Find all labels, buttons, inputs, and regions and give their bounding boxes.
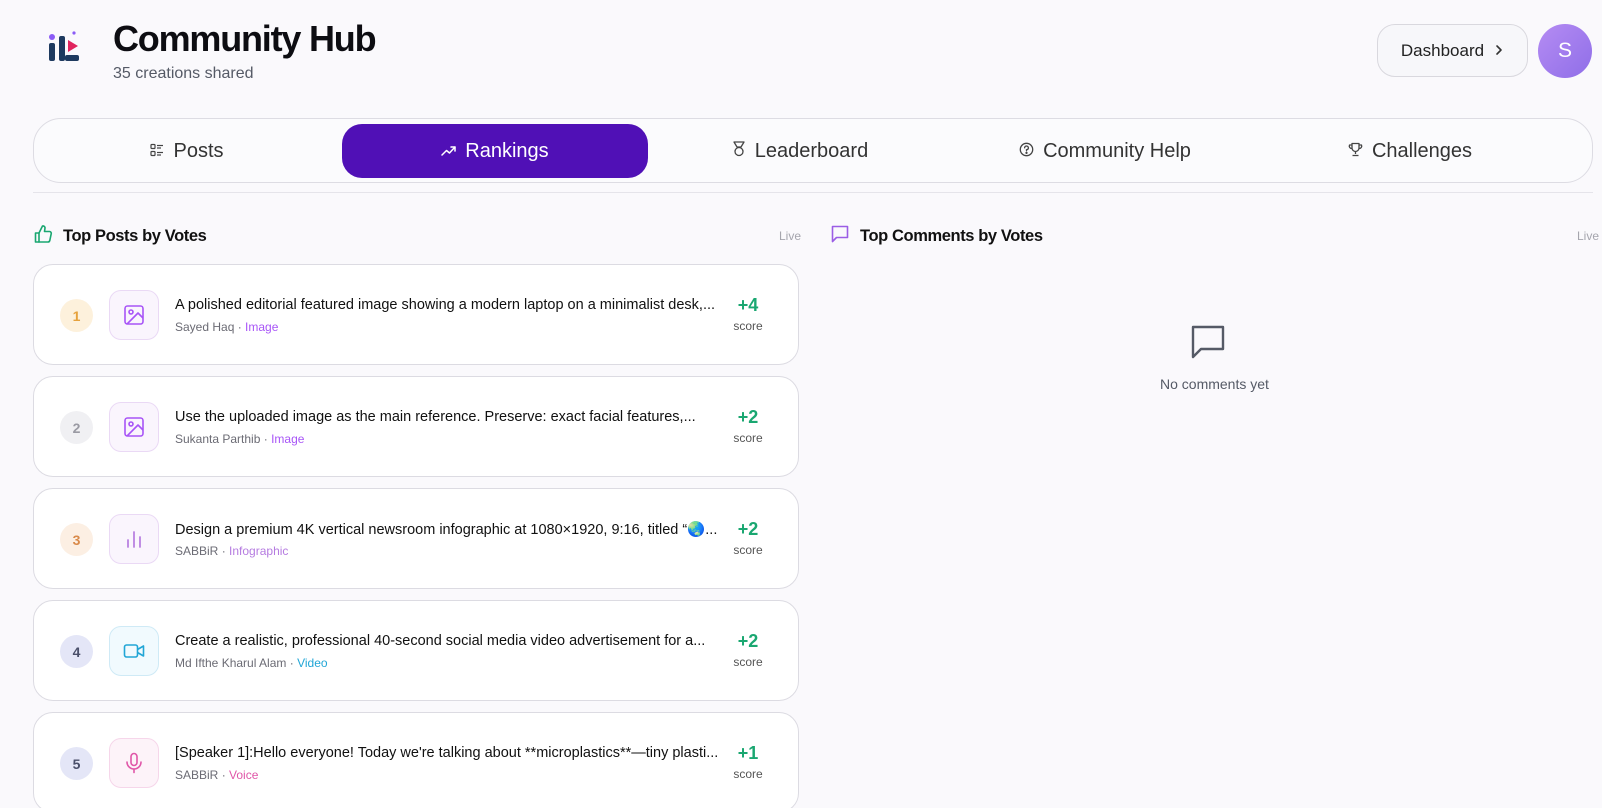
post-title: Create a realistic, professional 40-seco… <box>175 633 706 649</box>
tab-rankings[interactable]: Rankings <box>342 124 648 178</box>
post-meta: SABBiR · Voice <box>175 768 259 782</box>
post-author: Sayed Haq <box>175 320 235 334</box>
post-title: [Speaker 1]:Hello everyone! Today we're … <box>175 745 719 761</box>
medal-icon <box>732 140 746 163</box>
post-type: Video <box>297 656 328 670</box>
rank-badge: 3 <box>60 523 93 556</box>
score-label: score <box>733 767 763 781</box>
page-title: Community Hub <box>113 18 377 59</box>
app-logo <box>46 28 82 68</box>
microphone-icon <box>109 738 159 788</box>
post-title: Design a premium 4K vertical newsroom in… <box>175 522 718 538</box>
score-value: +2 <box>737 519 759 539</box>
top-comments-heading: Top Comments by Votes <box>830 224 1043 249</box>
post-meta: Md Ifthe Kharul Alam · Video <box>175 656 328 670</box>
tab-label: Leaderboard <box>754 139 869 162</box>
post-author: SABBiR <box>175 544 219 558</box>
section-title: Top Comments by Votes <box>860 227 1043 245</box>
empty-state-text: No comments yet <box>1160 376 1269 392</box>
post-title: Use the uploaded image as the main refer… <box>175 409 696 425</box>
section-title: Top Posts by Votes <box>63 227 207 245</box>
post-title: A polished editorial featured image show… <box>175 297 716 313</box>
score-label: score <box>733 319 763 333</box>
tab-posts[interactable]: Posts <box>34 124 340 178</box>
message-square-icon <box>1188 323 1228 368</box>
tab-label: Rankings <box>465 139 549 162</box>
score: +1 score <box>723 743 773 781</box>
image-icon <box>109 290 159 340</box>
thumbs-up-icon <box>33 224 53 249</box>
rank-badge: 2 <box>60 411 93 444</box>
score: +4 score <box>723 295 773 333</box>
help-circle-icon <box>1019 140 1034 163</box>
trophy-icon <box>1348 140 1363 163</box>
post-author: Md Ifthe Kharul Alam <box>175 656 287 670</box>
rank-badge: 4 <box>60 635 93 668</box>
score-label: score <box>733 543 763 557</box>
top-posts-heading: Top Posts by Votes <box>33 224 207 249</box>
divider <box>33 192 1593 193</box>
ranking-card[interactable]: 4 Create a realistic, professional 40-se… <box>33 600 799 701</box>
post-author: Sukanta Parthib <box>175 432 261 446</box>
score-value: +2 <box>737 407 759 427</box>
score-label: score <box>733 431 763 445</box>
post-meta: SABBiR · Infographic <box>175 544 289 558</box>
score: +2 score <box>723 519 773 557</box>
post-meta: Sukanta Parthib · Image <box>175 432 305 446</box>
post-type: Infographic <box>229 544 289 558</box>
score-value: +4 <box>737 295 759 315</box>
score: +2 score <box>723 407 773 445</box>
dashboard-button[interactable]: Dashboard <box>1377 24 1528 77</box>
post-author: SABBiR <box>175 768 219 782</box>
nav-tabs: Posts Rankings Leaderboard Community Hel… <box>33 118 1593 183</box>
tab-leaderboard[interactable]: Leaderboard <box>647 124 953 178</box>
score: +2 score <box>723 631 773 669</box>
ranking-card[interactable]: 2 Use the uploaded image as the main ref… <box>33 376 799 477</box>
message-square-icon <box>830 224 850 249</box>
user-avatar[interactable]: S <box>1538 24 1592 78</box>
list-icon <box>150 140 164 163</box>
chevron-right-icon <box>1494 41 1504 61</box>
live-status: Live <box>779 229 802 243</box>
score-value: +1 <box>737 743 759 763</box>
video-icon <box>109 626 159 676</box>
dashboard-button-label: Dashboard <box>1400 40 1485 60</box>
tab-label: Challenges <box>1371 139 1473 162</box>
tab-challenges[interactable]: Challenges <box>1257 124 1563 178</box>
tab-label: Posts <box>173 139 224 162</box>
tab-community-help[interactable]: Community Help <box>952 124 1258 178</box>
image-icon <box>109 402 159 452</box>
trending-up-icon <box>441 140 457 163</box>
score-value: +2 <box>737 631 759 651</box>
creations-count: 35 creations shared <box>113 65 254 82</box>
bar-chart-icon <box>109 514 159 564</box>
ranking-card[interactable]: 5 [Speaker 1]:Hello everyone! Today we'r… <box>33 712 799 808</box>
ranking-card[interactable]: 3 Design a premium 4K vertical newsroom … <box>33 488 799 589</box>
rank-badge: 5 <box>60 747 93 780</box>
post-type: Voice <box>229 768 259 782</box>
rank-badge: 1 <box>60 299 93 332</box>
post-type: Image <box>271 432 305 446</box>
post-meta: Sayed Haq · Image <box>175 320 279 334</box>
live-status: Live <box>1577 229 1600 243</box>
ranking-card[interactable]: 1 A polished editorial featured image sh… <box>33 264 799 365</box>
post-type: Image <box>245 320 279 334</box>
score-label: score <box>733 655 763 669</box>
tab-label: Community Help <box>1043 139 1191 162</box>
